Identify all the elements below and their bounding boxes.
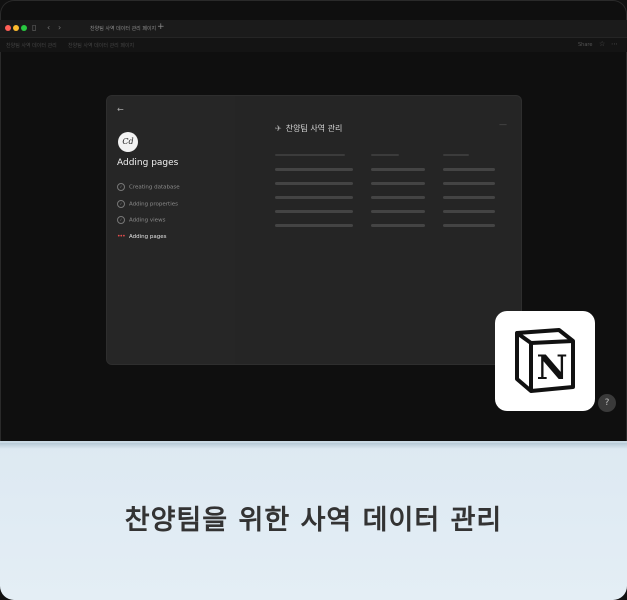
step-label: Adding views [129, 217, 166, 224]
help-icon[interactable]: ? [598, 394, 616, 412]
table-cell [443, 224, 495, 227]
table-cell [275, 224, 353, 227]
step-item-active[interactable]: ••• Adding pages [117, 233, 180, 250]
breadcrumb-item[interactable]: 찬양팀 사역 데이터 관리 페이지 [68, 42, 134, 49]
check-circle-icon: ✓ [117, 216, 125, 224]
modal-sidebar: ← Cd Adding pages ✓ Creating database ✓ Ad… [107, 96, 235, 364]
column-header [275, 154, 345, 156]
table-cell [371, 168, 425, 171]
table-cell [275, 196, 353, 199]
progress-dots-icon: ••• [117, 232, 126, 240]
table-cell [275, 210, 353, 213]
table-cell [371, 182, 425, 185]
onboarding-modal: ← Cd Adding pages ✓ Creating database ✓ Ad… [107, 96, 521, 364]
workspace-logo: Cd [118, 132, 138, 152]
screenshot-frame: ▯ ‹ › 찬양팀 사역 데이터 관리 페이지 + 찬양팀 사역 데이터 관리 … [0, 0, 627, 600]
step-label: Creating database [129, 184, 180, 191]
table-cell [275, 182, 353, 185]
svg-text:N: N [536, 348, 567, 388]
new-tab-button[interactable]: + [157, 23, 165, 32]
check-circle-icon: ✓ [117, 183, 125, 191]
check-circle-icon: ✓ [117, 199, 125, 208]
table-cell [443, 210, 495, 213]
step-label: Adding properties [129, 201, 178, 207]
notion-logo-graphic: N [515, 328, 575, 393]
table-cell [371, 224, 425, 227]
tab-title[interactable]: 찬양팀 사역 데이터 관리 페이지 [90, 25, 156, 32]
table-cell [275, 168, 353, 171]
step-list: ✓ Creating database ✓ Adding properties ✓ A… [117, 183, 180, 249]
column-header [371, 154, 399, 156]
pin-icon: ✈ [275, 124, 282, 133]
table-cell [443, 196, 495, 199]
star-icon[interactable]: ☆ [599, 40, 605, 48]
column-header [443, 154, 469, 156]
notion-logo-icon: N [495, 311, 595, 411]
table-cell [371, 210, 425, 213]
sidebar-toggle-icon[interactable]: ▯ [32, 24, 36, 32]
caption-band: 찬양팀을 위한 사역 데이터 관리 [0, 441, 627, 600]
step-item[interactable]: ✓ Adding properties [117, 199, 180, 217]
minimize-window-button[interactable] [13, 25, 19, 31]
close-window-button[interactable] [5, 25, 11, 31]
back-arrow-icon[interactable]: ← [117, 105, 124, 114]
forward-nav-icon[interactable]: › [58, 24, 61, 32]
database-title: ✈ 찬양팀 사역 관리 [275, 123, 342, 134]
sidebar-title: Adding pages [117, 158, 179, 168]
database-title-text: 찬양팀 사역 관리 [285, 124, 343, 133]
breadcrumb-item[interactable]: 찬양팀 사역 데이터 관리 [6, 42, 57, 49]
table-cell [443, 182, 495, 185]
maximize-window-button[interactable] [21, 25, 27, 31]
table-cell [443, 168, 495, 171]
caption-text: 찬양팀을 위한 사역 데이터 관리 [124, 505, 503, 536]
modal-menu-icon[interactable]: — [499, 120, 507, 129]
more-menu-icon[interactable]: ⋯ [611, 40, 618, 48]
table-cell [371, 196, 425, 199]
step-label: Adding pages [129, 233, 167, 240]
back-nav-icon[interactable]: ‹ [47, 24, 50, 32]
share-button[interactable]: Share [578, 42, 592, 48]
step-item[interactable]: ✓ Creating database [117, 183, 180, 200]
step-item[interactable]: ✓ Adding views [117, 216, 180, 233]
